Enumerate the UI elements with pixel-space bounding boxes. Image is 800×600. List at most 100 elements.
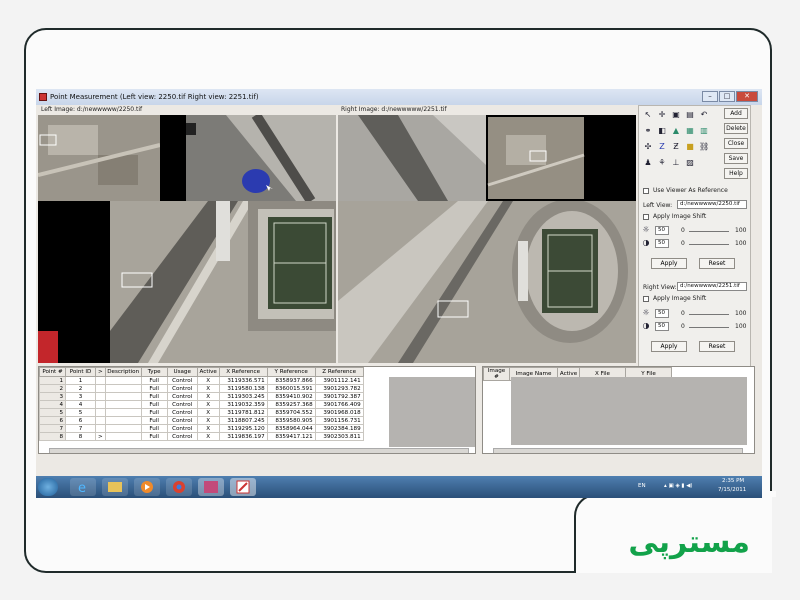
table-cell[interactable]: Full	[140, 392, 168, 401]
table-cell[interactable]: 3902384.189	[314, 424, 364, 433]
table-cell[interactable]	[104, 376, 142, 385]
document-tool-icon[interactable]: ▥	[699, 126, 709, 136]
table-row[interactable]: 8 8 > Full Control X 3119836.197 8359417.121 390…	[39, 432, 364, 441]
table-cell[interactable]: X	[196, 400, 220, 409]
network-tool-icon[interactable]: ✣	[643, 142, 653, 152]
table-cell[interactable]: 3119580.138	[218, 384, 268, 393]
table-cell[interactable]: 3901112.141	[314, 376, 364, 385]
language-indicator[interactable]: EN	[638, 483, 646, 489]
table-cell[interactable]: Full	[140, 408, 168, 417]
table-cell[interactable]: 3901968.018	[314, 408, 364, 417]
table-row[interactable]: 4 4 Full Control X 3119032.359 8359257.368 3901…	[39, 400, 364, 409]
table-cell[interactable]: 3902303.811	[314, 432, 364, 441]
points-col-header[interactable]: Point ID	[65, 367, 96, 377]
filter-tool-icon[interactable]: ⚘	[657, 158, 667, 168]
points-col-header[interactable]: Y Reference	[266, 367, 316, 377]
media-player-icon[interactable]	[134, 478, 160, 496]
image-table[interactable]: Image # Image Name Active X File Y File	[482, 366, 755, 454]
table-cell[interactable]: Control	[166, 376, 198, 385]
table-cell[interactable]: Control	[166, 400, 198, 409]
crosshair-tool-icon[interactable]: ✛	[657, 110, 667, 120]
table-row[interactable]: 6 6 Full Control X 3118807.245 8359580.905 3901…	[39, 416, 364, 425]
image-tool-icon[interactable]: ▦	[685, 126, 695, 136]
table-cell[interactable]: Full	[140, 416, 168, 425]
right-view-select[interactable]: d:/newwwww/2251.tif	[677, 282, 747, 291]
table-cell[interactable]	[95, 424, 106, 433]
use-viewer-checkbox[interactable]	[643, 188, 649, 194]
table-cell[interactable]: 2	[39, 384, 66, 393]
table-cell[interactable]: 1	[39, 376, 66, 385]
points-col-header[interactable]: Active	[196, 367, 220, 377]
table-cell[interactable]: 5	[65, 408, 96, 417]
table-cell[interactable]: 8359580.905	[266, 416, 316, 425]
add-button[interactable]: Add	[724, 108, 748, 119]
table-cell[interactable]: 3118807.245	[218, 416, 268, 425]
left-main-view[interactable]	[38, 201, 336, 363]
right-main-view[interactable]	[338, 201, 636, 363]
table-cell[interactable]	[104, 400, 142, 409]
table-cell[interactable]: 4	[39, 400, 66, 409]
help-button[interactable]: Help	[724, 168, 748, 179]
explorer-icon[interactable]	[102, 478, 128, 496]
table-cell[interactable]: Full	[140, 384, 168, 393]
table-cell[interactable]	[95, 416, 106, 425]
table-cell[interactable]: 3119032.359	[218, 400, 268, 409]
table-cell[interactable]: 3119836.197	[218, 432, 268, 441]
chrome-icon[interactable]	[166, 478, 192, 496]
table-cell[interactable]: 8359704.552	[266, 408, 316, 417]
anchor-tool-icon[interactable]: ⊥	[671, 158, 681, 168]
link-tool-icon[interactable]: ⚭	[643, 126, 653, 136]
table-cell[interactable]: 3	[39, 392, 66, 401]
tray-icons[interactable]: ▴ ▣ ◈ ▮ ◀)	[664, 483, 693, 489]
table-cell[interactable]: 6	[65, 416, 96, 425]
table-cell[interactable]: 8358964.044	[266, 424, 316, 433]
contrast-left-field[interactable]: 50	[655, 239, 669, 248]
close-button[interactable]: Close	[724, 138, 748, 149]
left-view-select[interactable]: d:/newwwww/2250.tif	[677, 200, 747, 209]
z-tool-icon[interactable]: Z	[657, 142, 667, 152]
table-cell[interactable]	[95, 392, 106, 401]
table-cell[interactable]: Control	[166, 416, 198, 425]
table-cell[interactable]: 3119781.812	[218, 408, 268, 417]
tray-date[interactable]: 7/15/2011	[718, 487, 746, 493]
points-col-header[interactable]: X Reference	[218, 367, 268, 377]
table-cell[interactable]: 3119336.571	[218, 376, 268, 385]
table-cell[interactable]: 3901792.387	[314, 392, 364, 401]
square-tool-icon[interactable]: ■	[685, 142, 695, 152]
erdas-icon[interactable]	[198, 478, 224, 496]
table-cell[interactable]: Full	[140, 400, 168, 409]
brightness-right-slider[interactable]	[689, 314, 729, 315]
table-cell[interactable]: 2	[65, 384, 96, 393]
contrast-left-slider[interactable]	[689, 244, 729, 245]
points-col-header[interactable]: Description	[104, 367, 142, 377]
table-cell[interactable]: X	[196, 392, 220, 401]
left-zoom-view[interactable]	[186, 115, 336, 201]
reset-right-button[interactable]: Reset	[699, 341, 735, 352]
minimize-button[interactable]: –	[702, 91, 718, 102]
table-cell[interactable]: 4	[65, 400, 96, 409]
table-cell[interactable]: 6	[39, 416, 66, 425]
brightness-left-field[interactable]: 50	[655, 226, 669, 235]
ie-icon[interactable]: e	[70, 478, 96, 496]
table-cell[interactable]	[95, 400, 106, 409]
apply-right-button[interactable]: Apply	[651, 341, 687, 352]
points-col-header[interactable]: Z Reference	[314, 367, 364, 377]
table-cell[interactable]: Full	[140, 376, 168, 385]
points-col-header[interactable]: Point #	[39, 367, 66, 377]
contrast-right-field[interactable]: 50	[655, 322, 669, 331]
table-cell[interactable]: 8359410.902	[266, 392, 316, 401]
table-cell[interactable]: 7	[39, 424, 66, 433]
table-cell[interactable]: 3	[65, 392, 96, 401]
apply-left-button[interactable]: Apply	[651, 258, 687, 269]
reset-left-button[interactable]: Reset	[699, 258, 735, 269]
save-tool-icon[interactable]: ▤	[685, 110, 695, 120]
table-cell[interactable]: X	[196, 384, 220, 393]
table-cell[interactable]: 3901156.731	[314, 416, 364, 425]
table-row[interactable]: 5 5 Full Control X 3119781.812 8359704.552 3901…	[39, 408, 364, 417]
table-cell[interactable]: Full	[140, 432, 168, 441]
table-cell[interactable]: >	[95, 432, 106, 441]
apply-shift-left-checkbox[interactable]	[643, 214, 649, 220]
table-row[interactable]: 3 3 Full Control X 3119303.245 8359410.902 3901…	[39, 392, 364, 401]
brightness-left-slider[interactable]	[689, 231, 729, 232]
table-cell[interactable]	[104, 416, 142, 425]
